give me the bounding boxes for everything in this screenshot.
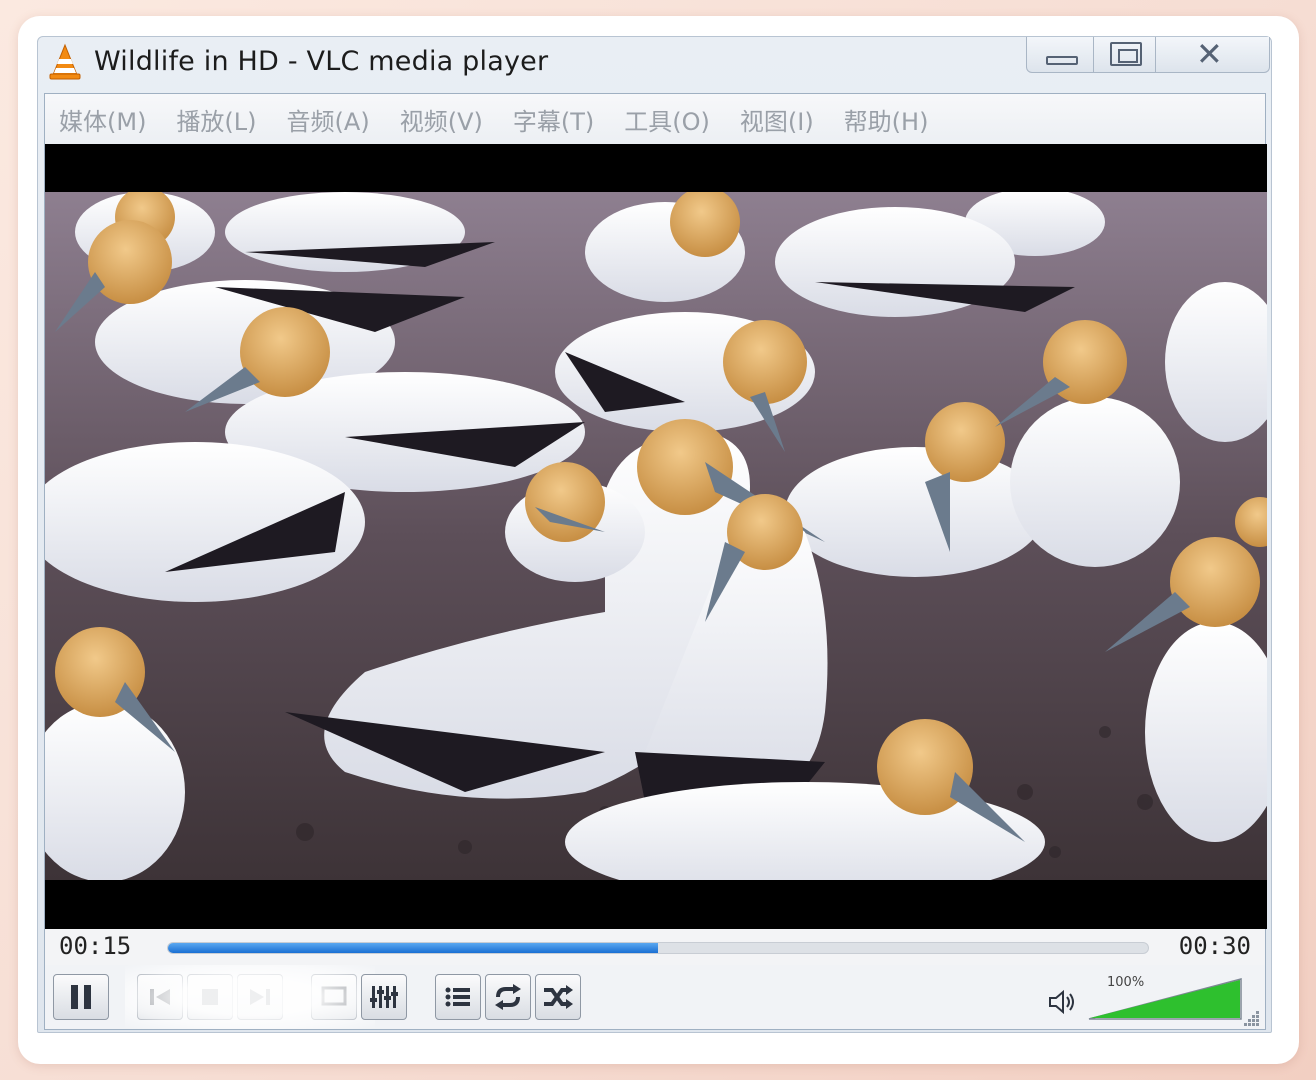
shuffle-icon	[544, 985, 573, 1009]
loop-icon	[495, 984, 521, 1010]
window-title: Wildlife in HD - VLC media player	[94, 46, 549, 77]
video-display[interactable]	[45, 144, 1267, 929]
vlc-window: Wildlife in HD - VLC media player ✕ 媒体(M…	[37, 36, 1272, 1033]
menu-playback[interactable]: 播放(L)	[176, 102, 256, 137]
title-bar[interactable]: Wildlife in HD - VLC media player ✕	[38, 37, 1271, 93]
menu-subtitle[interactable]: 字幕(T)	[513, 102, 594, 137]
control-bar: 100%	[45, 965, 1265, 1029]
menu-help[interactable]: 帮助(H)	[844, 102, 929, 137]
playlist-button[interactable]	[435, 974, 481, 1020]
close-icon: ✕	[1195, 37, 1223, 73]
maximize-button[interactable]	[1094, 37, 1156, 72]
volume-slider[interactable]	[1087, 977, 1243, 1021]
player-body: 媒体(M) 播放(L) 音频(A) 视频(V) 字幕(T) 工具(O) 视图(I…	[44, 93, 1267, 1030]
maximize-icon	[1110, 42, 1143, 66]
menu-bar: 媒体(M) 播放(L) 音频(A) 视频(V) 字幕(T) 工具(O) 视图(I…	[45, 94, 1265, 144]
shuffle-button[interactable]	[535, 974, 581, 1020]
menu-media[interactable]: 媒体(M)	[59, 102, 146, 137]
menu-audio[interactable]: 音频(A)	[287, 102, 370, 137]
minimize-icon	[1046, 56, 1078, 65]
menu-view[interactable]: 视图(I)	[740, 102, 814, 137]
seek-row: 00:15 00:30	[45, 929, 1265, 965]
loop-button[interactable]	[485, 974, 531, 1020]
pause-button[interactable]	[53, 974, 109, 1020]
vlc-cone-icon	[49, 43, 81, 80]
caption-buttons: ✕	[1026, 37, 1270, 73]
menu-tools[interactable]: 工具(O)	[624, 102, 710, 137]
speaker-icon[interactable]	[1047, 989, 1077, 1015]
elapsed-time: 00:15	[59, 932, 132, 960]
total-time: 00:30	[1178, 932, 1251, 960]
blurred-watermark	[125, 965, 375, 1029]
pause-icon	[71, 985, 91, 1009]
extended-settings-button[interactable]	[361, 974, 407, 1020]
minimize-button[interactable]	[1027, 37, 1095, 72]
playlist-icon	[445, 987, 470, 1007]
seek-progress	[168, 943, 658, 953]
resize-grip-icon[interactable]	[1242, 1009, 1260, 1027]
seek-bar[interactable]	[167, 942, 1149, 954]
close-button[interactable]: ✕	[1156, 37, 1269, 72]
video-frame-gannets	[45, 192, 1267, 880]
menu-video[interactable]: 视频(V)	[400, 102, 483, 137]
equalizer-icon	[370, 986, 398, 1008]
